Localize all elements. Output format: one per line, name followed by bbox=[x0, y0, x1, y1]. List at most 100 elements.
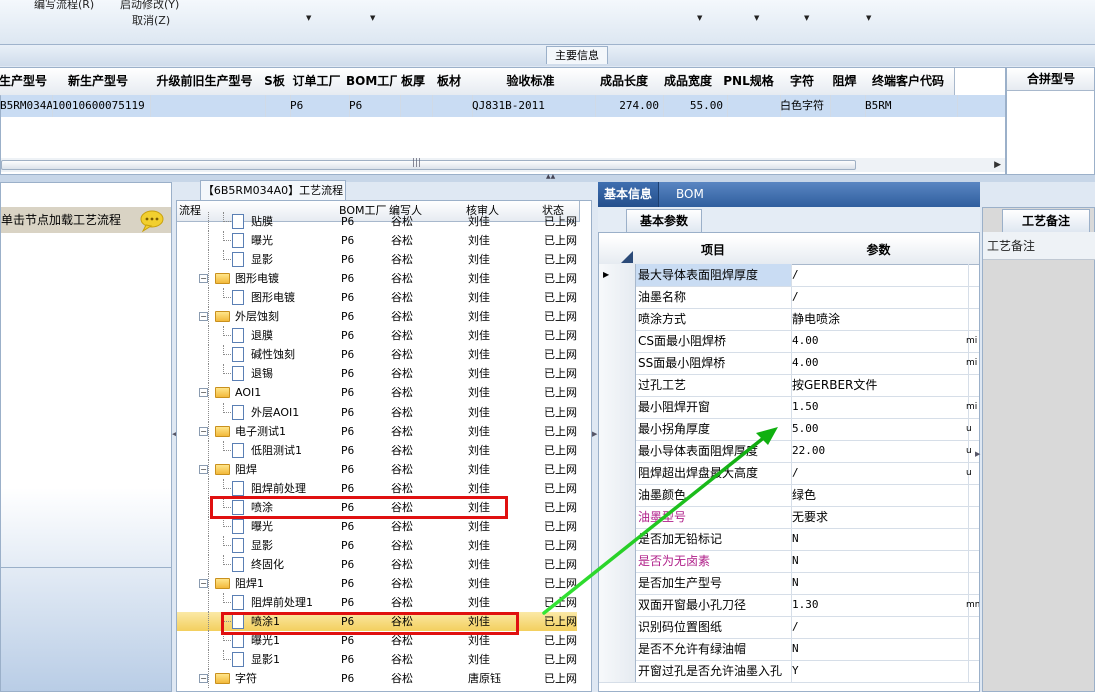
tree-row[interactable]: 曝光 P6 谷松 刘佳 已上网 bbox=[177, 516, 577, 536]
row-selector[interactable] bbox=[599, 352, 636, 374]
table-row[interactable]: B5RM034A010010600075119 P6P6 QJ831B-201127… bbox=[0, 95, 1005, 117]
collapse-toggle-icon[interactable]: − bbox=[199, 464, 208, 474]
param-row[interactable]: 喷涂方式 静电喷涂 bbox=[599, 308, 979, 331]
chevron-down-icon[interactable]: ▼ bbox=[697, 14, 702, 22]
collapse-toggle-icon[interactable]: − bbox=[199, 312, 208, 322]
collapse-arrow-icon[interactable]: ▲▲ bbox=[546, 173, 555, 180]
tree-row[interactable]: 退锡 P6 谷松 刘佳 已上网 bbox=[177, 364, 577, 384]
tree-row[interactable]: − 电子测试1 P6 谷松 刘佳 已上网 bbox=[177, 421, 577, 441]
table-cell[interactable] bbox=[827, 95, 866, 117]
tree-row[interactable]: 显影1 P6 谷松 刘佳 已上网 bbox=[177, 650, 577, 670]
tab-basic-params[interactable]: 基本参数 bbox=[626, 209, 702, 232]
row-selector[interactable] bbox=[599, 330, 636, 352]
process-notes-panel[interactable] bbox=[982, 207, 1095, 692]
tree-row[interactable]: 显影 P6 谷松 刘佳 已上网 bbox=[177, 250, 577, 270]
param-value[interactable]: 4.00 bbox=[790, 330, 969, 352]
collapse-toggle-icon[interactable]: − bbox=[199, 274, 208, 284]
param-row[interactable]: 开窗过孔是否允许油墨入孔 Y bbox=[599, 660, 979, 683]
tree-row[interactable]: 显影 P6 谷松 刘佳 已上网 bbox=[177, 535, 577, 555]
param-value[interactable]: / bbox=[790, 616, 969, 638]
row-selector[interactable] bbox=[599, 286, 636, 308]
chevron-down-icon[interactable]: ▼ bbox=[370, 14, 375, 22]
row-selector[interactable] bbox=[599, 374, 636, 396]
col-header[interactable]: 终端客户代码 bbox=[862, 68, 955, 96]
tree-row[interactable]: 外层AOI1 P6 谷松 刘佳 已上网 bbox=[177, 402, 577, 422]
table-cell[interactable]: B5RM bbox=[862, 95, 958, 117]
table-cell[interactable]: 274.00 bbox=[592, 95, 664, 117]
param-item[interactable]: SS面最小阻焊桥 bbox=[636, 352, 792, 374]
param-value[interactable]: 22.00 bbox=[790, 440, 969, 462]
param-item[interactable]: 是否不允许有绿油帽 bbox=[636, 638, 792, 660]
param-value[interactable]: 1.50 bbox=[790, 396, 969, 418]
tab-bom[interactable]: BOM bbox=[670, 182, 710, 207]
collapse-toggle-icon[interactable]: − bbox=[199, 426, 208, 436]
param-value[interactable]: N bbox=[790, 528, 969, 550]
param-value[interactable]: 按GERBER文件 bbox=[790, 374, 969, 396]
param-value[interactable]: 1.30 bbox=[790, 594, 969, 616]
col-header[interactable]: 升级前旧生产型号 bbox=[147, 68, 263, 96]
col-header[interactable]: 新生产型号 bbox=[49, 68, 148, 96]
tab-basic-info[interactable]: 基本信息 bbox=[598, 182, 660, 207]
edit-flow-button[interactable]: 编写流程(R) bbox=[34, 0, 94, 12]
table-cell[interactable]: QJ831B-2011 bbox=[469, 95, 596, 117]
table-cell[interactable] bbox=[720, 95, 781, 117]
tree-row[interactable]: 终固化 P6 谷松 刘佳 已上网 bbox=[177, 554, 577, 574]
param-item[interactable]: 最小阻焊开窗 bbox=[636, 396, 792, 418]
param-value[interactable]: N bbox=[790, 550, 969, 572]
table-cell[interactable]: 白色字符 bbox=[777, 95, 831, 117]
tree-row[interactable]: − 阻焊 P6 谷松 刘佳 已上网 bbox=[177, 459, 577, 479]
col-item-header[interactable]: 项目 bbox=[636, 237, 791, 265]
tree-row[interactable]: 退膜 P6 谷松 刘佳 已上网 bbox=[177, 326, 577, 346]
col-header[interactable]: 成品长度 bbox=[592, 68, 657, 96]
table-cell[interactable]: 55.00 bbox=[656, 95, 728, 117]
table-cell[interactable]: P6 bbox=[287, 95, 350, 117]
param-value[interactable]: N bbox=[790, 572, 969, 594]
row-selector[interactable]: ▶ bbox=[599, 264, 636, 286]
param-row[interactable]: 过孔工艺 按GERBER文件 bbox=[599, 374, 979, 397]
tree-row[interactable]: 曝光 P6 谷松 刘佳 已上网 bbox=[177, 231, 577, 251]
param-row[interactable]: CS面最小阻焊桥 4.00 mi bbox=[599, 330, 979, 353]
col-header[interactable]: 阻焊 bbox=[827, 68, 863, 96]
tree-row[interactable]: 图形电镀 P6 谷松 刘佳 已上网 bbox=[177, 288, 577, 308]
tree-row[interactable]: 碱性蚀刻 P6 谷松 刘佳 已上网 bbox=[177, 345, 577, 365]
tree-row[interactable]: − AOI1 P6 谷松 刘佳 已上网 bbox=[177, 383, 577, 403]
tree-row[interactable]: − 阻焊1 P6 谷松 刘佳 已上网 bbox=[177, 573, 577, 593]
param-item[interactable]: CS面最小阻焊桥 bbox=[636, 330, 792, 352]
chevron-down-icon[interactable]: ▼ bbox=[754, 14, 759, 22]
param-value[interactable]: Y bbox=[790, 660, 969, 682]
tree-row[interactable]: 低阻测试1 P6 谷松 刘佳 已上网 bbox=[177, 440, 577, 460]
row-selector[interactable] bbox=[599, 660, 636, 682]
table-cell[interactable] bbox=[397, 95, 433, 117]
chevron-down-icon[interactable]: ▼ bbox=[804, 14, 809, 22]
param-row[interactable]: 油墨名称 / bbox=[599, 286, 979, 309]
collapse-toggle-icon[interactable]: − bbox=[199, 578, 208, 588]
col-header[interactable]: 板厚 bbox=[397, 68, 430, 96]
table-cell[interactable] bbox=[429, 95, 473, 117]
tab-process-notes[interactable]: 工艺备注 bbox=[1002, 209, 1090, 232]
collapse-toggle-icon[interactable]: − bbox=[199, 388, 208, 398]
merge-model-panel[interactable]: 合拼型号 bbox=[1006, 67, 1095, 175]
col-header[interactable]: 生产型号 bbox=[0, 68, 50, 96]
param-row[interactable]: SS面最小阻焊桥 4.00 mi bbox=[599, 352, 979, 375]
collapse-toggle-icon[interactable]: − bbox=[199, 674, 208, 684]
param-value[interactable]: 5.00 bbox=[790, 418, 969, 440]
param-value[interactable]: / bbox=[790, 286, 969, 308]
param-item[interactable]: 喷涂方式 bbox=[636, 308, 792, 330]
horizontal-scrollbar[interactable]: ||| ▶ bbox=[1, 158, 1005, 172]
col-header[interactable]: 订单工厂 bbox=[287, 68, 347, 96]
param-value[interactable]: 静电喷涂 bbox=[790, 308, 969, 330]
scroll-thumb[interactable]: ||| bbox=[1, 158, 856, 170]
param-row[interactable]: ▶ 最大导体表面阻焊厚度 / bbox=[599, 264, 979, 287]
param-value[interactable]: / bbox=[790, 462, 969, 484]
col-header[interactable]: S板 bbox=[262, 68, 288, 96]
tree-row[interactable]: − 外层蚀刻 P6 谷松 刘佳 已上网 bbox=[177, 307, 577, 327]
param-value[interactable]: 4.00 bbox=[790, 352, 969, 374]
tree-row[interactable]: 阻焊前处理1 P6 谷松 刘佳 已上网 bbox=[177, 593, 577, 612]
param-item[interactable]: 最大导体表面阻焊厚度 bbox=[636, 264, 792, 286]
col-param-header[interactable]: 参数 bbox=[790, 237, 968, 265]
cancel-button[interactable]: 取消(Z) bbox=[132, 12, 170, 28]
param-value[interactable]: N bbox=[790, 638, 969, 660]
param-value[interactable]: 无要求 bbox=[790, 506, 969, 528]
param-item[interactable]: 油墨名称 bbox=[636, 286, 792, 308]
start-edit-button[interactable]: 启动修改(Y) bbox=[120, 0, 179, 12]
